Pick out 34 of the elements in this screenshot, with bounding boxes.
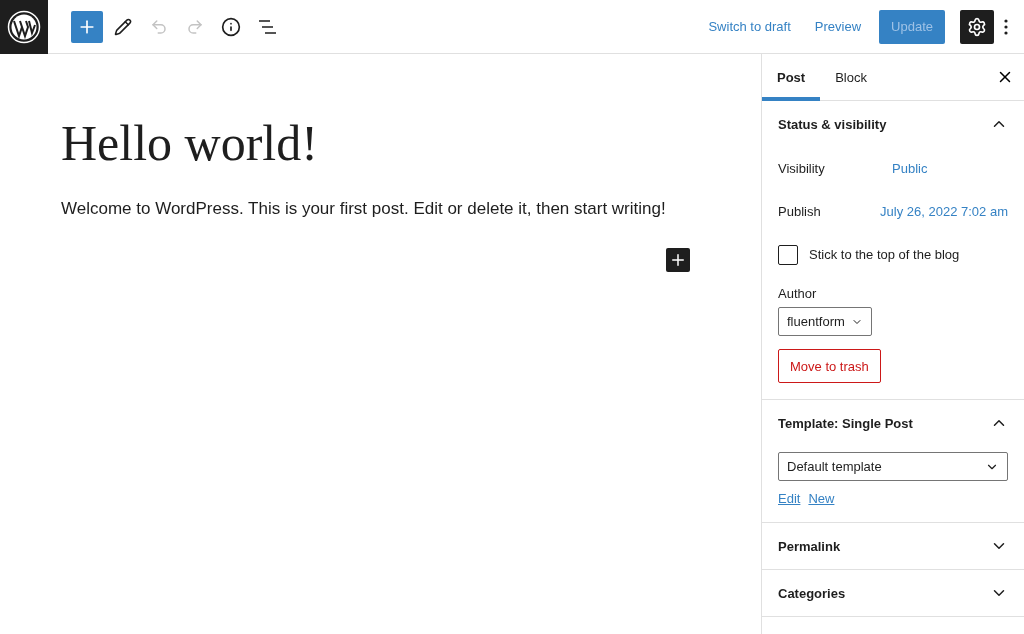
header-link[interactable]: Switch to draft (702, 13, 797, 40)
settings-button[interactable] (960, 9, 994, 44)
checkbox[interactable] (778, 244, 798, 265)
field-value-link[interactable]: Public (892, 161, 928, 176)
author-select[interactable]: fluentform (778, 307, 872, 336)
info-icon (221, 16, 241, 37)
header-link[interactable]: Preview (808, 13, 868, 40)
move-to-trash-button[interactable]: Move to trash (778, 349, 881, 383)
text-link[interactable]: Edit (778, 491, 801, 506)
logo-icon (7, 9, 41, 44)
field-value-link[interactable]: July 26, 2022 7:02 am (880, 204, 1008, 219)
field-label: Author (778, 286, 818, 301)
panel-header[interactable]: Status & visibility (778, 101, 1008, 147)
settings-icon (967, 16, 987, 37)
panel-header[interactable]: Categories (778, 570, 1008, 616)
sidebar-tab[interactable]: Post (762, 54, 821, 101)
panel-header[interactable]: Template: Single Post (778, 400, 1008, 446)
text-link[interactable]: New (808, 491, 835, 506)
logo[interactable] (0, 0, 48, 54)
field-label: Visibility (778, 161, 826, 176)
plus-icon (669, 251, 687, 269)
checkbox-label: Stick to the top of the blog (809, 247, 960, 262)
panel-header[interactable]: Permalink (778, 523, 1008, 569)
more-icon (1004, 18, 1008, 35)
post-title[interactable]: Hello world! (61, 116, 761, 171)
template-select[interactable]: Default template (778, 452, 1008, 481)
field-label: Publish (778, 204, 822, 219)
sidebar-tab[interactable]: Block (820, 54, 882, 101)
add-tool-button[interactable] (71, 10, 103, 43)
undo-icon (150, 17, 168, 36)
paragraph-text[interactable]: Welcome to WordPress. This is your first post. Edit or delete it, then start writing! (61, 199, 761, 219)
pencil-icon (114, 17, 132, 36)
redo-icon (186, 17, 204, 36)
add-block-button[interactable] (666, 248, 690, 272)
